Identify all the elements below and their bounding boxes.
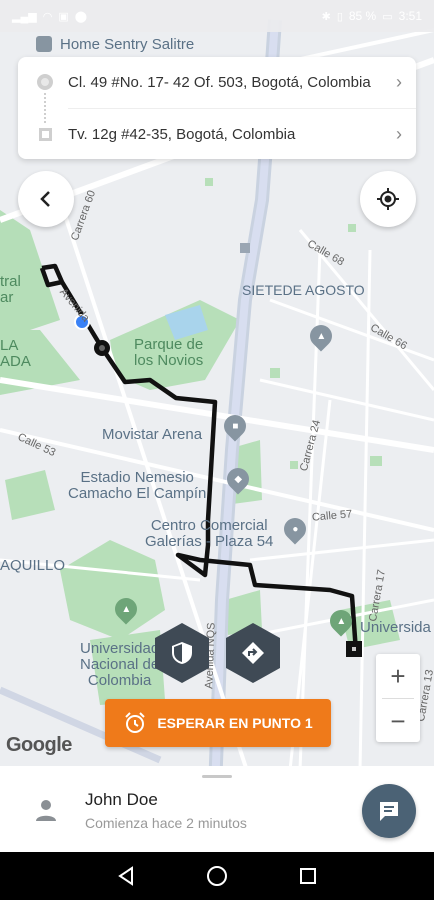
map-label-quillo: AQUILLO [0,557,66,574]
map-label-home-sentry: Home Sentry Salitre [60,36,195,53]
chevron-right-icon: › [396,71,402,92]
vibrate-icon: ▯ [336,10,343,23]
person-icon [36,800,56,821]
shopping-icon [36,36,52,52]
origin-address: Cl. 49 #No. 17- 42 Of. 503, Bogotá, Colo… [68,73,371,91]
circle-home-icon [206,866,227,886]
destination-marker-icon [39,127,52,141]
zoom-in-button[interactable]: + [376,654,420,698]
my-location-button[interactable] [360,171,416,227]
battery-percent: 85 % [348,9,377,23]
map-label-universidad-nacional: Universidad Nacional de Colombia [80,640,160,689]
chat-button[interactable] [362,784,416,838]
wait-at-point-button[interactable]: ESPERAR EN PUNTO 1 [105,699,331,747]
navigation-button[interactable] [226,623,280,683]
origin-address-row[interactable]: Cl. 49 #No. 17- 42 Of. 503, Bogotá, Colo… [18,57,416,107]
map-label-estadio: Estadio Nemesio Camacho El Campín [68,469,207,502]
location-icon: ⬤ [74,10,88,23]
chat-icon [380,802,398,821]
bluetooth-icon: ✱ [321,10,331,23]
signal-icon: ▂▄▆ [12,10,37,23]
map-label-siete-agosto: SIETEDE AGOSTO [242,282,365,298]
route-address-card: Cl. 49 #No. 17- 42 Of. 503, Bogotá, Colo… [18,57,416,159]
driver-name: John Doe [85,790,158,809]
crosshair-icon [377,188,399,210]
google-logo: Google [6,734,72,756]
zoom-controls: + − [376,654,420,742]
chevron-left-icon [40,191,50,207]
status-icons-right: ✱ ▯ 85 % ▭ 3:51 [322,9,422,23]
destination-address: Tv. 12g #42-35, Bogotá, Colombia [68,125,296,143]
back-button[interactable] [18,171,74,227]
android-nav-bar [0,852,434,900]
origin-marker-icon [37,74,53,90]
alarm-clock-icon [125,712,146,733]
nav-recents-button[interactable] [293,861,323,891]
status-bar: ▂▄▆ ◠ ▣ ⬤ ✱ ▯ 85 % ▭ 3:51 [0,0,434,32]
status-icons-left: ▂▄▆ ◠ ▣ ⬤ [12,10,87,23]
square-recents-icon [300,868,317,884]
directions-icon [242,642,264,664]
map-label-centro-comercial: Centro Comercial Galerías - Plaza 54 [145,517,274,550]
shield-icon [172,642,192,664]
wait-button-label: ESPERAR EN PUNTO 1 [157,715,313,731]
map-label-la: LA ADA [0,337,31,370]
map-label-tral: tral ar [0,273,21,306]
destination-address-row[interactable]: Tv. 12g #42-35, Bogotá, Colombia › [18,109,416,159]
alert-icon: ▣ [58,10,69,23]
battery-icon: ▭ [382,10,393,23]
triangle-back-icon [117,866,133,886]
wifi-icon: ◠ [42,10,53,23]
sheet-handle[interactable] [202,775,232,778]
nav-back-button[interactable] [111,861,141,891]
clock: 3:51 [398,9,422,23]
nav-home-button[interactable] [202,861,232,891]
zoom-out-button[interactable]: − [376,699,420,743]
map-label-parque: Parque de los Novios [134,336,204,369]
chevron-right-icon: › [396,123,402,144]
safety-button[interactable] [155,623,209,683]
map-label-universidad: Universida [360,619,431,636]
map-label-movistar: Movistar Arena [102,426,203,443]
driver-status: Comienza hace 2 minutos [85,815,247,831]
